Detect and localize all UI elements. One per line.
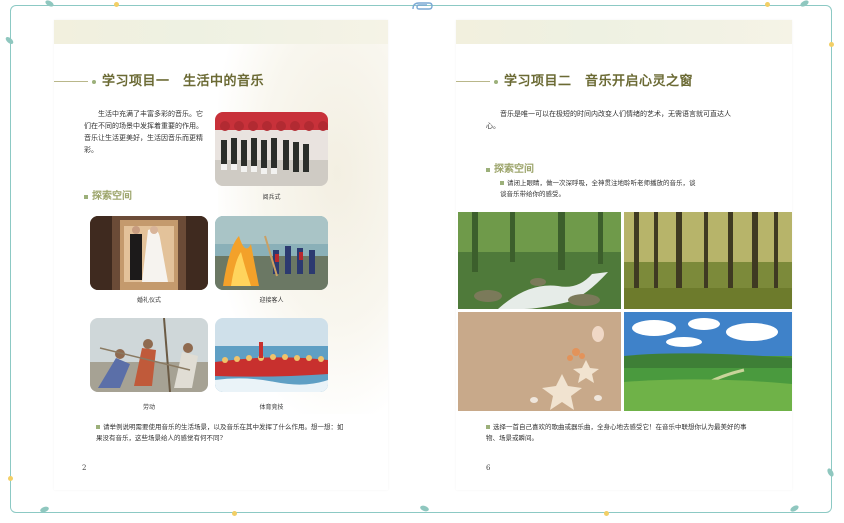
page-heading: 学习项目二 音乐开启心灵之窗 — [456, 70, 693, 89]
labor-photo — [90, 318, 208, 392]
forest-stream-photo — [458, 212, 621, 309]
parade-photo — [215, 112, 328, 186]
page-number: 6 — [486, 464, 491, 472]
right-page: 学习项目二 音乐开启心灵之窗 音乐是唯一可以在极短的时间内改变人们情绪的艺术，无… — [456, 20, 792, 490]
square-bullet-icon — [486, 167, 490, 172]
square-bullet-icon — [84, 194, 88, 199]
heading-rule — [54, 81, 88, 82]
dot-decoration — [765, 2, 770, 7]
instruction-text: 请闭上眼睛，做一次深呼吸，全神贯注地聆听老师播放的音乐，谈谈音乐带给你的感受。 — [500, 179, 696, 198]
square-bullet-icon — [486, 425, 490, 429]
sunlit-forest-photo — [624, 212, 792, 309]
heading-bullet-icon — [494, 79, 498, 84]
page-top-band — [456, 20, 792, 44]
photo-caption: 婚礼仪式 — [136, 297, 161, 304]
heading-rule — [456, 81, 490, 82]
page-top-band — [54, 20, 388, 44]
dot-decoration — [8, 476, 13, 481]
intro-paragraph: 音乐是唯一可以在极短的时间内改变人们情绪的艺术，无需语言就可直达人心。 — [486, 110, 731, 130]
dot-decoration — [114, 2, 119, 7]
dot-decoration — [232, 511, 237, 516]
heading-bullet-icon — [92, 79, 96, 84]
beach-shells-photo — [458, 312, 621, 411]
intro-paragraph: 生活中充满了丰富多彩的音乐。它们在不同的场景中发挥着重要的作用。音乐让生活更美好… — [84, 110, 203, 154]
square-bullet-icon — [96, 425, 100, 429]
paperclip-icon — [412, 2, 433, 10]
page-heading: 学习项目一 生活中的音乐 — [54, 70, 264, 89]
section-subtitle: 探索空间 — [84, 187, 132, 202]
page-number: 2 — [82, 464, 87, 472]
task-text: 选择一首自己喜欢的歌曲或器乐曲，全身心地去感受它！在音乐中联想你认为最美好的事物… — [486, 423, 747, 442]
photo-caption: 劳动 — [142, 404, 155, 411]
dot-decoration — [604, 511, 609, 516]
question-text: 请举例说明需要使用音乐的生活场景，以及音乐在其中发挥了什么作用。想一想：如果没有… — [96, 423, 344, 442]
welcoming-guests-photo — [215, 216, 328, 290]
photo-caption: 体育竞技 — [259, 404, 284, 411]
wedding-photo — [90, 216, 208, 290]
dot-decoration — [829, 42, 834, 47]
sports-photo — [215, 318, 328, 392]
photo-caption: 阅兵式 — [262, 194, 281, 201]
square-bullet-icon — [500, 181, 504, 185]
section-subtitle: 探索空间 — [486, 160, 534, 175]
photo-caption: 迎接客人 — [259, 297, 284, 304]
left-page: 学习项目一 生活中的音乐 生活中充满了丰富多彩的音乐。它们在不同的场景中发挥着重… — [54, 20, 388, 490]
grassland-photo — [624, 312, 792, 411]
